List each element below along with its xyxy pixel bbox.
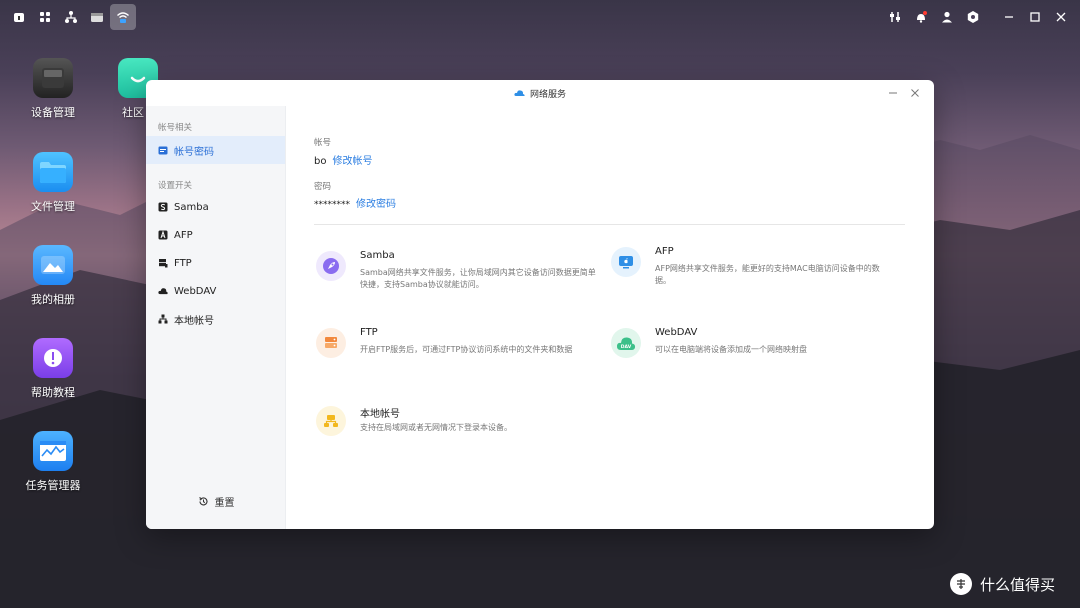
rocket-icon (316, 251, 346, 281)
service-description: Samba网络共享文件服务，让你局域网内其它设备访问数据更简单快捷，支持Samb… (360, 268, 596, 289)
sidebar-item-label: Samba (174, 201, 209, 213)
desktop-label: 设备管理 (31, 106, 75, 119)
device-icon (33, 58, 73, 98)
password-value: ******** (314, 200, 350, 210)
desktop-device-manager[interactable]: 设备管理 (13, 58, 93, 120)
desktop-label: 帮助教程 (31, 386, 75, 399)
service-description: AFP网络共享文件服务，能更好的支持MAC电脑访问设备中的数据。 (655, 264, 880, 285)
window-icon[interactable] (84, 4, 110, 30)
cloud-icon (158, 286, 168, 296)
sidebar-item-label: 帐号密码 (174, 146, 214, 158)
modify-account-link[interactable]: 修改帐号 (332, 156, 372, 167)
sidebar-item-label: AFP (174, 229, 193, 241)
window-minimize-button[interactable] (886, 86, 900, 100)
service-title: FTP (360, 327, 378, 338)
account-value: bo (314, 156, 327, 167)
close-icon[interactable] (1048, 4, 1074, 30)
password-label: 密码 (314, 182, 332, 192)
sidebar-item-webdav[interactable]: WebDAV (146, 277, 285, 305)
desktop-label: 我的相册 (31, 293, 75, 306)
service-title: WebDAV (655, 327, 698, 338)
mac-icon (611, 247, 641, 277)
reset-label: 重置 (214, 498, 235, 509)
sidebar-item-afp[interactable]: AFP (146, 221, 285, 249)
service-description: 开启FTP服务后，可通过FTP协议访问系统中的文件夹和数据 (360, 345, 573, 354)
watermark-text: 什么值得买 (980, 575, 1056, 594)
settings-sidebar: 帐号相关 帐号密码 设置开关 Samba AFP FTP WebDAV 本地帐号 (146, 106, 286, 529)
divider (314, 224, 905, 225)
sidebar-section-switches: 设置开关 (158, 181, 193, 191)
desktop-label: 任务管理器 (25, 479, 81, 492)
password-row: ******** 修改密码 (314, 195, 396, 210)
desktop-photos[interactable]: 我的相册 (13, 245, 93, 307)
sidebar-item-label: 本地帐号 (174, 315, 214, 327)
maximize-icon[interactable] (1022, 4, 1048, 30)
desktop-task-manager[interactable]: 任务管理器 (13, 431, 93, 493)
minimize-icon[interactable] (996, 4, 1022, 30)
sidebar-item-ftp[interactable]: FTP (146, 249, 285, 277)
taskbar (0, 0, 1080, 34)
account-row: bo 修改帐号 (314, 152, 372, 167)
user-icon[interactable] (934, 4, 960, 30)
gear-icon[interactable] (960, 4, 986, 30)
folder-icon (33, 152, 73, 192)
main-content: 帐号 bo 修改帐号 密码 ******** 修改密码 Samba Samba网络共… (286, 106, 934, 529)
desktop-label: 文件管理 (31, 200, 75, 213)
sidebar-item-local-account[interactable]: 本地帐号 (146, 305, 285, 333)
wifi-icon[interactable] (110, 4, 136, 30)
ftp-icon (158, 258, 168, 268)
task-manager-icon (33, 431, 73, 471)
card-icon (158, 145, 168, 155)
smzdm-logo-icon (950, 573, 972, 595)
afp-icon (158, 230, 168, 240)
help-icon (33, 338, 73, 378)
window-title: 网络服务 (529, 89, 566, 100)
samba-icon (158, 202, 168, 212)
desktop-file-manager[interactable]: 文件管理 (13, 152, 93, 214)
sliders-icon[interactable] (882, 4, 908, 30)
sidebar-item-label: FTP (174, 257, 192, 269)
desktop-help[interactable]: 帮助教程 (13, 338, 93, 400)
svg-text:DAV: DAV (621, 344, 632, 350)
reset-button[interactable]: 重置 (146, 494, 286, 509)
network-services-window: 网络服务 帐号相关 帐号密码 设置开关 Samba AFP FTP WebDAV (146, 80, 934, 529)
sidebar-item-samba[interactable]: Samba (146, 193, 285, 221)
modify-password-link[interactable]: 修改密码 (356, 199, 396, 210)
sidebar-item-account-password[interactable]: 帐号密码 (146, 136, 285, 164)
local-network-icon (316, 406, 346, 436)
window-titlebar[interactable]: 网络服务 (146, 80, 934, 106)
account-label: 帐号 (314, 138, 332, 148)
dav-cloud-icon: DAV (611, 328, 641, 358)
ftp-server-icon (316, 328, 346, 358)
sidebar-section-account: 帐号相关 (158, 123, 193, 133)
bell-icon[interactable] (908, 4, 934, 30)
window-close-button[interactable] (908, 86, 922, 100)
photo-icon (33, 245, 73, 285)
service-description: 可以在电脑端将设备添加成一个网络映射盘 (655, 345, 807, 354)
sidebar-item-label: WebDAV (174, 285, 217, 297)
reset-icon (198, 497, 207, 506)
cloud-network-icon (514, 89, 525, 96)
service-title: 本地帐号 (360, 409, 400, 420)
network-icon[interactable] (58, 4, 84, 30)
home-icon[interactable] (6, 4, 32, 30)
local-account-icon (158, 314, 168, 324)
watermark: 什么值得买 (950, 573, 1055, 595)
service-title: Samba (360, 250, 395, 261)
apps-icon[interactable] (32, 4, 58, 30)
desktop-label: 社区 (122, 106, 144, 119)
service-title: AFP (655, 246, 674, 257)
service-description: 支持在局域网或者无网情况下登录本设备。 (360, 423, 512, 432)
